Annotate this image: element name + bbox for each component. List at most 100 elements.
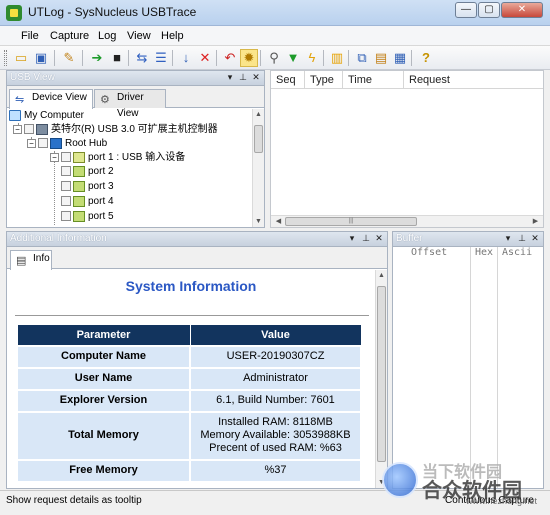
column-divider (470, 261, 471, 488)
watermark-logo-icon (382, 462, 418, 498)
tree-item-port[interactable]: port 4 (61, 195, 114, 209)
tree-item-label: 英特尔(R) USB 3.0 可扩展主机控制器 (51, 124, 218, 135)
tree-item-label: port 5 (88, 211, 114, 222)
device-icon (73, 151, 85, 163)
panel-close-icon[interactable]: ✕ (374, 233, 384, 244)
scroll-up-icon[interactable]: ▲ (376, 270, 387, 281)
panel-pin-icon[interactable]: ⊥ (238, 72, 248, 83)
column-request[interactable]: Request (404, 71, 543, 89)
panel-pin-icon[interactable]: ⊥ (361, 233, 371, 244)
buffer-panel: Buffer ▾ ⊥ ✕ Offset Hex Ascii (392, 231, 544, 489)
tab-info-label: Info (33, 253, 50, 264)
panel-pin-icon[interactable]: ⊥ (517, 233, 527, 244)
menu-view[interactable]: View (124, 29, 154, 43)
down-arrow-icon[interactable]: ↓ (177, 49, 195, 67)
tree-item-controller[interactable]: − 英特尔(R) USB 3.0 可扩展主机控制器 (13, 123, 218, 137)
tree-checkbox[interactable] (61, 152, 71, 163)
column-seq[interactable]: Seq (271, 71, 305, 89)
edit-icon[interactable]: ✎ (60, 49, 78, 67)
tree-item-port[interactable]: port 3 (61, 180, 114, 194)
undo-icon[interactable]: ↶ (221, 49, 239, 67)
scroll-right-icon[interactable]: ▶ (530, 216, 541, 227)
value-cell: Administrator (189, 366, 362, 391)
tree-item-port[interactable]: port 5 (61, 210, 114, 224)
report-icon[interactable]: ▦ (391, 49, 409, 67)
close-button[interactable]: ✕ (501, 2, 543, 18)
filter-icon[interactable]: ▼ (284, 49, 302, 67)
menu-help[interactable]: Help (158, 29, 187, 43)
network-icon[interactable]: ⧉ (353, 49, 371, 67)
panel-close-icon[interactable]: ✕ (530, 233, 540, 244)
tree-item-root-hub[interactable]: − Root Hub (27, 137, 107, 151)
tree-item-label: port 3 (88, 181, 114, 192)
port-icon (73, 180, 85, 192)
param-cell: Explorer Version (16, 388, 191, 413)
search-icon[interactable]: ⚲ (265, 49, 283, 67)
scroll-down-icon[interactable]: ▼ (253, 216, 264, 227)
chart-icon[interactable]: ▥ (328, 49, 346, 67)
scroll-up-icon[interactable]: ▲ (253, 109, 264, 120)
toolbar-separator (260, 50, 261, 66)
start-capture-icon[interactable]: ➔ (88, 49, 106, 67)
tab-driver-view[interactable]: ⚙ Driver View (94, 89, 166, 119)
watermark-url: www.hezhong.net (466, 496, 538, 506)
tree-item-port[interactable]: port 2 (61, 165, 114, 179)
document-icon[interactable]: ▤ (372, 49, 390, 67)
menu-capture[interactable]: Capture (47, 29, 92, 43)
usb-view-panel: USB View ▾ ⊥ ✕ ⇋ Device View ⚙ Driver Vi… (6, 70, 265, 228)
scroll-thumb[interactable] (377, 286, 386, 462)
port-icon (73, 210, 85, 222)
scroll-thumb[interactable] (254, 125, 263, 153)
tab-info[interactable]: ▤ Info (10, 250, 52, 270)
column-offset[interactable]: Offset (407, 247, 471, 261)
flash-icon[interactable]: ϟ (303, 49, 321, 67)
tree-checkbox[interactable] (61, 196, 71, 207)
param-cell: Computer Name (16, 344, 191, 369)
toolbar-separator (54, 50, 55, 66)
param-cell: Free Memory (16, 458, 191, 483)
tree-checkbox[interactable] (61, 211, 71, 222)
tab-device-view[interactable]: ⇋ Device View (9, 89, 93, 109)
tree-item-port[interactable]: − port 1 : USB 输入设备 (50, 151, 185, 165)
tree-checkbox[interactable] (61, 166, 71, 177)
stop-capture-icon[interactable]: ■ (108, 49, 126, 67)
tree-checkbox[interactable] (24, 124, 34, 135)
help-icon[interactable]: ? (417, 49, 435, 67)
menu-log[interactable]: Log (95, 29, 119, 43)
delete-icon[interactable]: ✕ (196, 49, 214, 67)
port-icon (73, 165, 85, 177)
tree-item-my-computer[interactable]: My Computer (9, 109, 84, 123)
collapse-icon[interactable]: − (13, 124, 22, 134)
minimize-button[interactable]: — (455, 2, 477, 18)
table-header-row: Parameter Value (16, 324, 362, 346)
panel-close-icon[interactable]: ✕ (251, 72, 261, 83)
scroll-thumb[interactable]: ||| (285, 217, 417, 226)
tree-checkbox[interactable] (61, 181, 71, 192)
save-icon[interactable]: ▣ (32, 49, 50, 67)
buffer-title: Buffer (396, 233, 423, 244)
table-row: Total Memory Installed RAM: 8118MB Memor… (16, 410, 362, 461)
log-panel: Seq Type Time Request ◀ ||| ▶ (270, 70, 544, 228)
column-time[interactable]: Time (343, 71, 404, 89)
pause-icon[interactable]: ⇆ (133, 49, 151, 67)
column-hex[interactable]: Hex (471, 247, 498, 261)
panel-dropdown-icon[interactable]: ▾ (347, 233, 357, 244)
open-icon[interactable]: ▭ (12, 49, 30, 67)
usb-view-scrollbar[interactable]: ▲ ▼ (252, 109, 264, 227)
collapse-icon[interactable]: − (50, 152, 59, 162)
menu-file[interactable]: File (18, 29, 42, 43)
computer-icon (9, 109, 21, 121)
tab-device-view-label: Device View (32, 92, 87, 103)
collapse-icon[interactable]: − (27, 138, 36, 148)
panel-dropdown-icon[interactable]: ▾ (225, 72, 235, 83)
scroll-left-icon[interactable]: ◀ (273, 216, 284, 227)
maximize-button[interactable]: ▢ (478, 2, 500, 18)
column-type[interactable]: Type (305, 71, 343, 89)
tree-checkbox[interactable] (38, 138, 48, 149)
panel-dropdown-icon[interactable]: ▾ (503, 233, 513, 244)
list-icon[interactable]: ☰ (152, 49, 170, 67)
toolbar-separator (348, 50, 349, 66)
highlight-icon[interactable]: ✹ (240, 49, 258, 67)
column-ascii[interactable]: Ascii (498, 247, 543, 261)
log-hscrollbar[interactable]: ◀ ||| ▶ (271, 215, 543, 227)
